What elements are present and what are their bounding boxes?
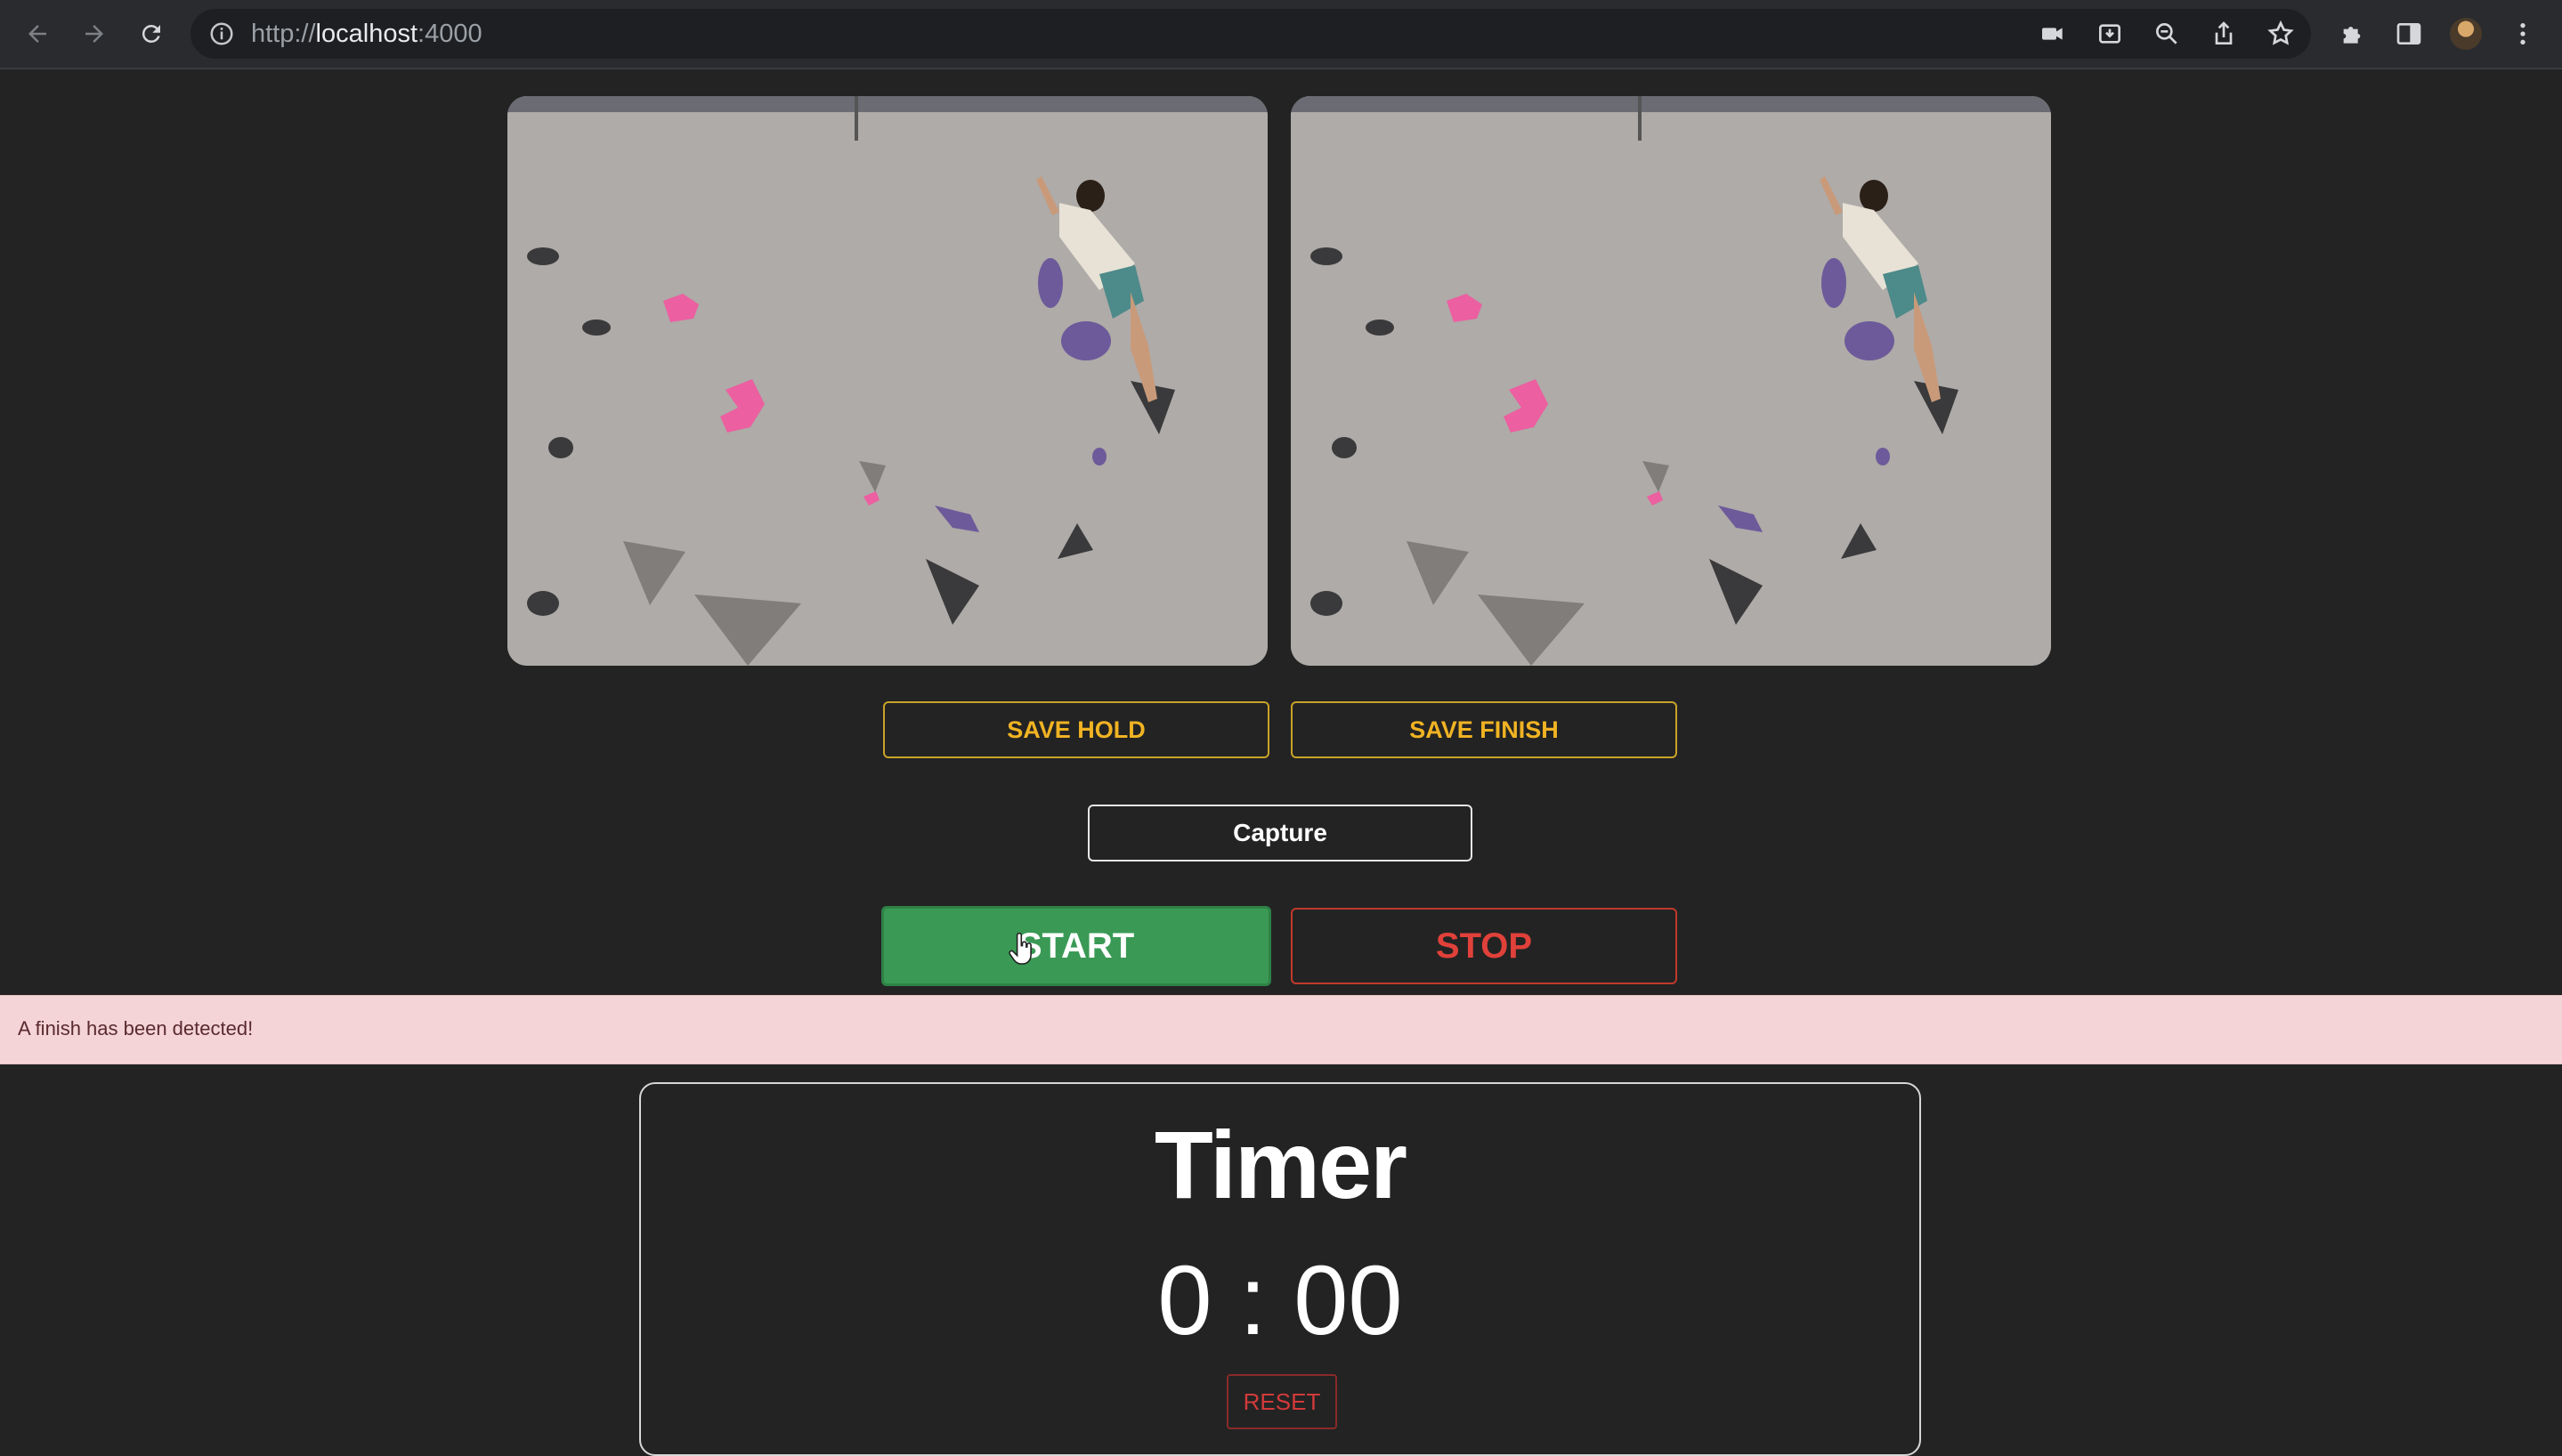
side-panel-icon: [2396, 23, 2421, 44]
url-host: localhost: [315, 20, 418, 48]
extensions-button[interactable]: [2334, 16, 2370, 52]
profile-avatar[interactable]: [2450, 18, 2482, 50]
alert-message: A finish has been detected!: [18, 1017, 254, 1039]
timer-title: Timer: [1154, 1111, 1407, 1218]
star-icon: [2267, 20, 2294, 45]
share-button[interactable]: [2206, 16, 2242, 52]
forward-button[interactable]: [75, 16, 114, 52]
kebab-menu-icon: [2520, 23, 2526, 44]
reload-button[interactable]: [132, 16, 171, 52]
timer-display: 0 : 00: [1157, 1246, 1403, 1355]
save-hold-button[interactable]: SAVE HOLD: [883, 701, 1269, 758]
climbing-wall-image: [1291, 96, 2051, 666]
camera-feed-right: [1291, 96, 2051, 666]
url-text[interactable]: http://localhost:4000: [251, 20, 482, 49]
side-panel-button[interactable]: [2391, 16, 2427, 52]
browser-menu-button[interactable]: [2505, 16, 2541, 52]
back-button[interactable]: [18, 16, 57, 52]
url-scheme: http://: [251, 20, 316, 48]
zoom-out-icon: [2156, 22, 2177, 44]
save-finish-button[interactable]: SAVE FINISH: [1291, 701, 1677, 758]
climbing-wall-image: [507, 96, 1268, 666]
url-port: :4000: [418, 20, 482, 48]
timer-card: Timer 0 : 00 RESET: [639, 1082, 1921, 1456]
hand-cursor-icon: [1009, 933, 1032, 965]
zoom-button[interactable]: [2149, 16, 2185, 52]
capture-button[interactable]: Capture: [1088, 805, 1472, 861]
camera-icon: [2042, 28, 2063, 40]
forward-arrow-icon: [85, 25, 103, 43]
stop-button[interactable]: STOP: [1291, 908, 1677, 984]
reset-button[interactable]: RESET: [1227, 1374, 1337, 1429]
info-icon[interactable]: [208, 20, 235, 47]
bookmark-button[interactable]: [2263, 16, 2299, 52]
install-button[interactable]: [2092, 16, 2128, 52]
camera-button[interactable]: [2035, 16, 2071, 52]
back-arrow-icon: [28, 25, 46, 43]
reload-icon: [142, 24, 160, 43]
finish-alert: A finish has been detected!: [0, 995, 2562, 1064]
share-icon: [2215, 21, 2233, 44]
start-button[interactable]: START: [881, 906, 1271, 986]
puzzle-icon: [2343, 27, 2361, 44]
address-bar[interactable]: http://localhost:4000: [191, 9, 2311, 59]
install-icon: [2099, 24, 2120, 44]
browser-toolbar: http://localhost:4000: [0, 0, 2562, 69]
camera-feed-left: [507, 96, 1268, 666]
